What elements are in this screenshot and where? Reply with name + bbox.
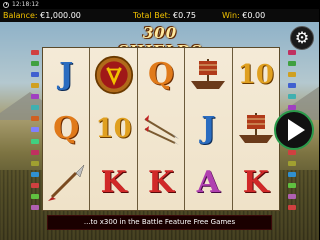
reel-2: 10 K [90,48,137,210]
game-logo: 300 SHIELDS [118,24,202,60]
reel-3: Q K [137,48,185,210]
ship-icon [188,51,228,99]
status-bar: 12:18:12 [0,0,319,9]
spear-icon [46,159,86,207]
symbol-j: J [59,57,74,92]
reel-grid: J Q 10 K Q K J A 10 K [42,47,280,211]
play-icon [288,119,305,141]
symbol-k: K [147,165,175,200]
symbol-10: 10 [95,114,132,144]
status-time: 12:18:12 [12,1,39,8]
settings-button[interactable]: ⚙ [290,26,314,50]
win-value: €0.00 [242,11,266,20]
clock-icon [3,1,9,8]
message-banner: ...to x300 in the Battle Feature Free Ga… [47,215,272,230]
symbol-a: A [196,165,221,200]
symbol-j: J [201,111,216,146]
shield-icon [94,51,134,99]
symbol-k: K [242,165,269,200]
bet-label: Total Bet: [133,11,171,20]
symbol-k: K [100,165,127,200]
arrows-icon [141,105,181,153]
total-bet-display: Total Bet: €0.75 [133,9,196,22]
balance-label: Balance: [3,11,38,20]
win-label: Win: [222,11,240,20]
spin-button[interactable] [274,110,314,150]
bet-value: €0.75 [173,11,196,20]
symbol-10: 10 [237,60,274,90]
reel-5: 10 K [232,48,280,210]
info-bar: Balance: €1,000.00 Total Bet: €0.75 Win:… [0,9,319,22]
reel-1: J Q [43,48,90,210]
balance-value: €1,000.00 [40,11,81,20]
symbol-q: Q [53,111,80,146]
gear-icon: ⚙ [294,28,310,47]
symbol-q: Q [147,57,175,92]
win-display: Win: €0.00 [222,9,265,22]
balance-display: Balance: €1,000.00 [3,9,81,22]
payline-markers-left [31,50,40,210]
ship-icon [236,105,276,153]
reel-4: J A [185,48,232,210]
